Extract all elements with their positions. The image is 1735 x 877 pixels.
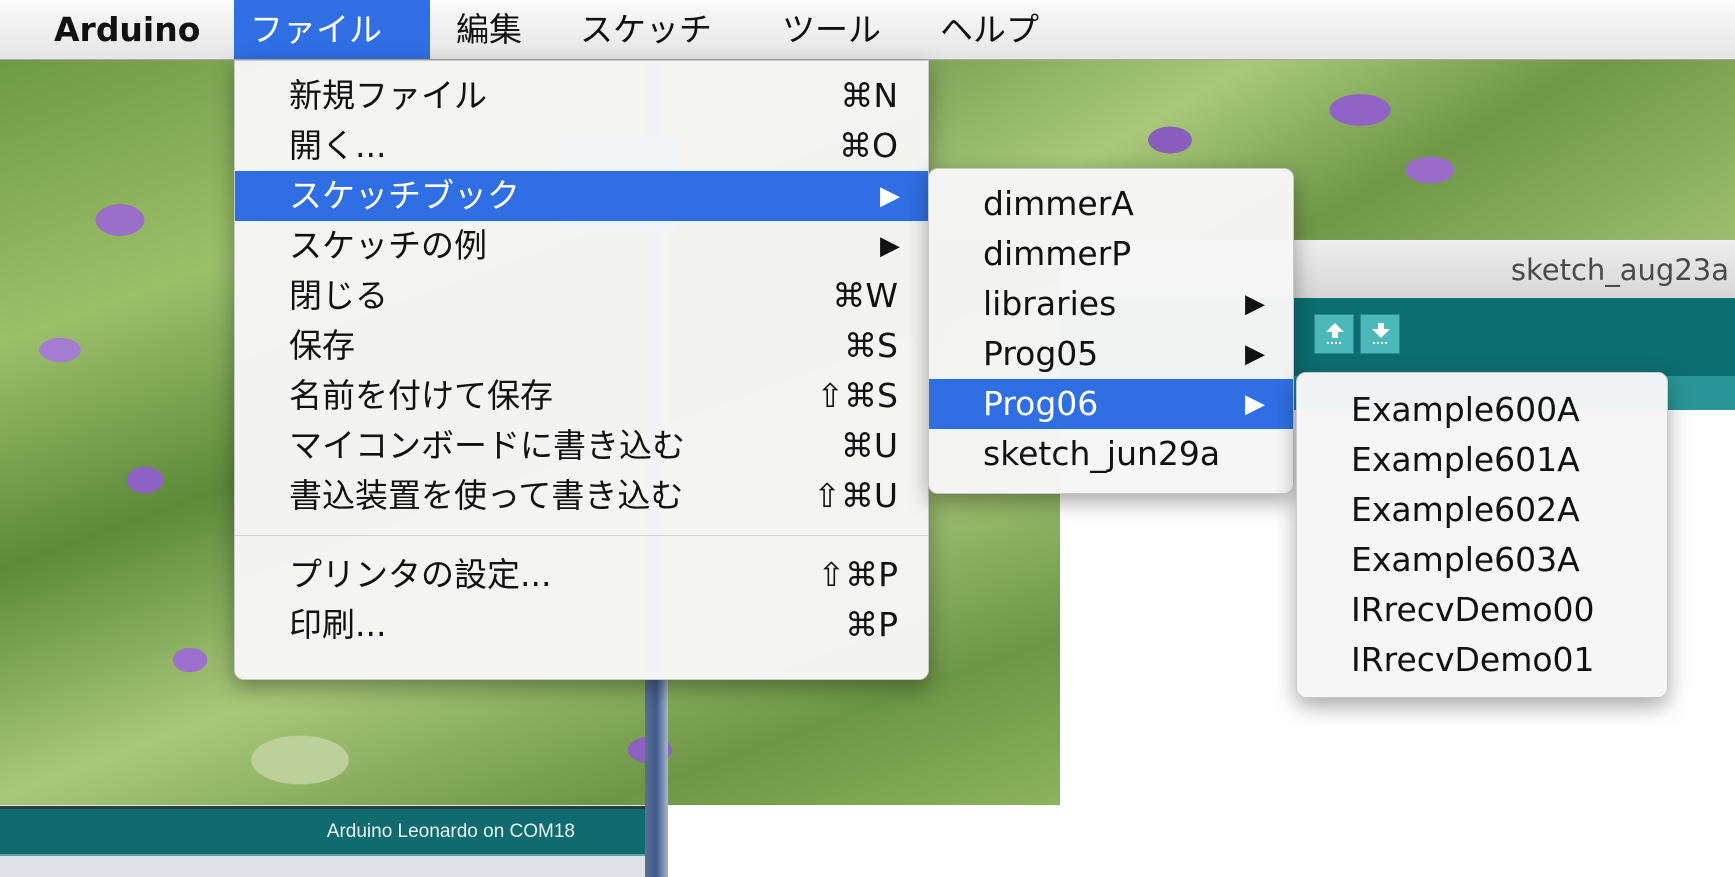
- menu-item-label: Example603A: [1351, 540, 1580, 579]
- menu-item-save[interactable]: 保存 ⌘S: [235, 321, 928, 371]
- triangle-right-icon: ▶: [1245, 339, 1265, 369]
- menu-item-shortcut: ⌘N: [840, 76, 898, 115]
- prog06-item-example603a[interactable]: Example603A: [1297, 535, 1667, 585]
- menu-tools[interactable]: ツール: [766, 0, 897, 59]
- background-status-bar: Arduino Leonardo on COM18: [0, 806, 645, 856]
- menu-item-print[interactable]: 印刷... ⌘P: [235, 600, 928, 650]
- menu-item-label: Example601A: [1351, 440, 1580, 479]
- menu-item-label: 印刷...: [289, 605, 387, 644]
- menu-item-open[interactable]: 開く... ⌘O: [235, 121, 928, 171]
- menu-bar: Arduino ファイル 編集 スケッチ ツール ヘルプ: [0, 0, 1735, 60]
- prog06-item-example601a[interactable]: Example601A: [1297, 435, 1667, 485]
- arrow-up-icon: [1326, 323, 1344, 344]
- sketchbook-item-prog06[interactable]: Prog06 ▶: [929, 379, 1293, 429]
- menu-item-label: 保存: [289, 326, 355, 365]
- menu-item-upload[interactable]: マイコンボードに書き込む ⌘U: [235, 421, 928, 471]
- sketchbook-item-dimmerp[interactable]: dimmerP: [929, 229, 1293, 279]
- menu-item-upload-programmer[interactable]: 書込装置を使って書き込む ⇧⌘U: [235, 471, 928, 521]
- sketchbook-item-prog05[interactable]: Prog05 ▶: [929, 329, 1293, 379]
- sketchbook-item-sketch-jun29a[interactable]: sketch_jun29a: [929, 429, 1293, 479]
- menu-item-label: 開く...: [289, 126, 387, 165]
- menu-item-new[interactable]: 新規ファイル ⌘N: [235, 71, 928, 121]
- menu-item-label: マイコンボードに書き込む: [289, 426, 685, 465]
- menu-item-examples[interactable]: スケッチの例 ▶: [235, 221, 928, 271]
- menu-item-shortcut: ⇧⌘P: [817, 555, 898, 594]
- menu-item-close[interactable]: 閉じる ⌘W: [235, 271, 928, 321]
- menu-item-label: dimmerP: [983, 234, 1132, 273]
- save-button[interactable]: [1360, 314, 1400, 354]
- prog06-item-example600a[interactable]: Example600A: [1297, 385, 1667, 435]
- menu-item-label: sketch_jun29a: [983, 434, 1221, 473]
- menu-item-label: Prog06: [983, 384, 1099, 423]
- sketchbook-submenu: dimmerA dimmerP libraries ▶ Prog05 ▶ Pro…: [928, 168, 1294, 494]
- menu-item-shortcut: ⌘U: [840, 426, 898, 465]
- menu-item-label: 名前を付けて保存: [289, 376, 553, 415]
- menu-app-arduino[interactable]: Arduino: [38, 0, 216, 59]
- arrow-down-icon: [1372, 323, 1390, 344]
- menu-item-page-setup[interactable]: プリンタの設定... ⇧⌘P: [235, 550, 928, 600]
- sketch-window-title: sketch_aug23a: [1510, 253, 1729, 287]
- triangle-right-icon: ▶: [880, 181, 900, 211]
- menu-item-label: スケッチブック: [289, 176, 520, 215]
- menu-item-label: libraries: [983, 284, 1117, 323]
- triangle-right-icon: ▶: [1245, 389, 1265, 419]
- menu-item-shortcut: ⌘W: [832, 276, 898, 315]
- menu-item-shortcut: ⇧⌘S: [816, 376, 898, 415]
- menu-item-shortcut: ⌘O: [839, 126, 898, 165]
- menu-item-label: IRrecvDemo01: [1351, 640, 1595, 679]
- menu-item-label: dimmerA: [983, 184, 1134, 223]
- sketchbook-item-libraries[interactable]: libraries ▶: [929, 279, 1293, 329]
- menu-item-shortcut: ⇧⌘U: [813, 476, 898, 515]
- menu-item-label: Example602A: [1351, 490, 1580, 529]
- board-status-text: Arduino Leonardo on COM18: [326, 821, 575, 842]
- triangle-right-icon: ▶: [880, 231, 900, 261]
- menu-item-save-as[interactable]: 名前を付けて保存 ⇧⌘S: [235, 371, 928, 421]
- prog06-item-irrecvdemo00[interactable]: IRrecvDemo00: [1297, 585, 1667, 635]
- prog06-item-example602a[interactable]: Example602A: [1297, 485, 1667, 535]
- menu-help[interactable]: ヘルプ: [924, 0, 1055, 59]
- menu-item-sketchbook[interactable]: スケッチブック ▶: [235, 171, 928, 221]
- prog06-submenu: Example600A Example601A Example602A Exam…: [1296, 372, 1668, 698]
- menu-file[interactable]: ファイル: [234, 0, 430, 59]
- menu-item-label: 閉じる: [289, 276, 388, 315]
- triangle-right-icon: ▶: [1245, 289, 1265, 319]
- menu-item-label: Example600A: [1351, 390, 1580, 429]
- open-button[interactable]: [1314, 314, 1354, 354]
- menu-item-label: IRrecvDemo00: [1351, 590, 1595, 629]
- menu-sketch[interactable]: スケッチ: [564, 0, 728, 59]
- menu-item-shortcut: ⌘P: [845, 605, 898, 644]
- sketchbook-item-dimmera[interactable]: dimmerA: [929, 179, 1293, 229]
- menu-item-label: プリンタの設定...: [289, 555, 552, 594]
- menu-item-label: スケッチの例: [289, 226, 487, 265]
- menu-item-label: 新規ファイル: [289, 76, 487, 115]
- menu-edit[interactable]: 編集: [440, 0, 538, 59]
- file-menu: 新規ファイル ⌘N 開く... ⌘O スケッチブック ▶ スケッチの例 ▶ 閉じ…: [234, 60, 929, 680]
- prog06-item-irrecvdemo01[interactable]: IRrecvDemo01: [1297, 635, 1667, 685]
- menu-item-label: 書込装置を使って書き込む: [289, 476, 684, 515]
- menu-item-label: Prog05: [983, 334, 1099, 373]
- menu-item-shortcut: ⌘S: [844, 326, 898, 365]
